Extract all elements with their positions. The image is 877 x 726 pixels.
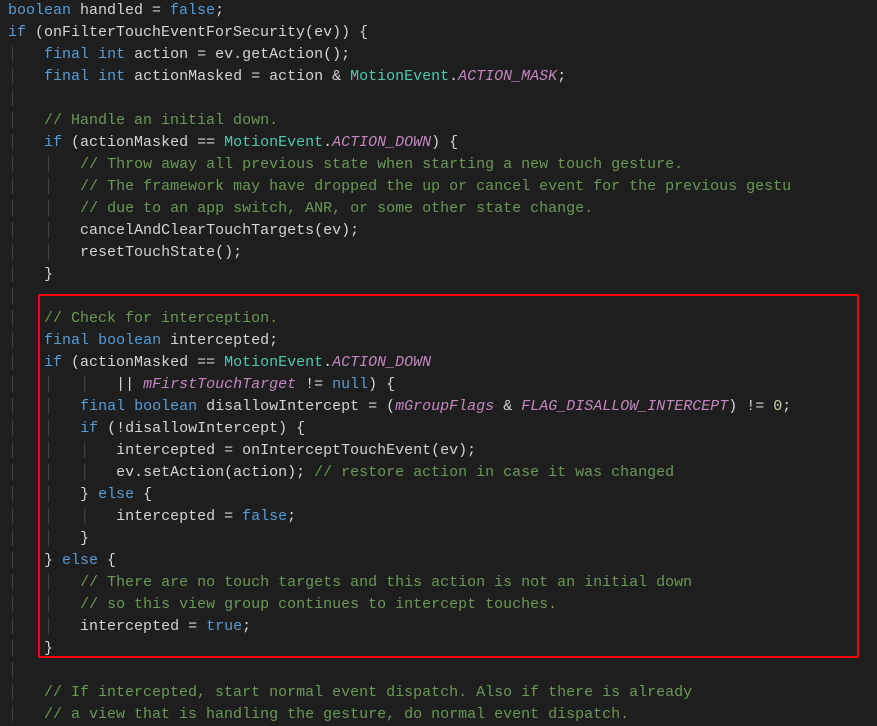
code-block: boolean handled = false; if (onFilterTou… bbox=[8, 0, 791, 726]
